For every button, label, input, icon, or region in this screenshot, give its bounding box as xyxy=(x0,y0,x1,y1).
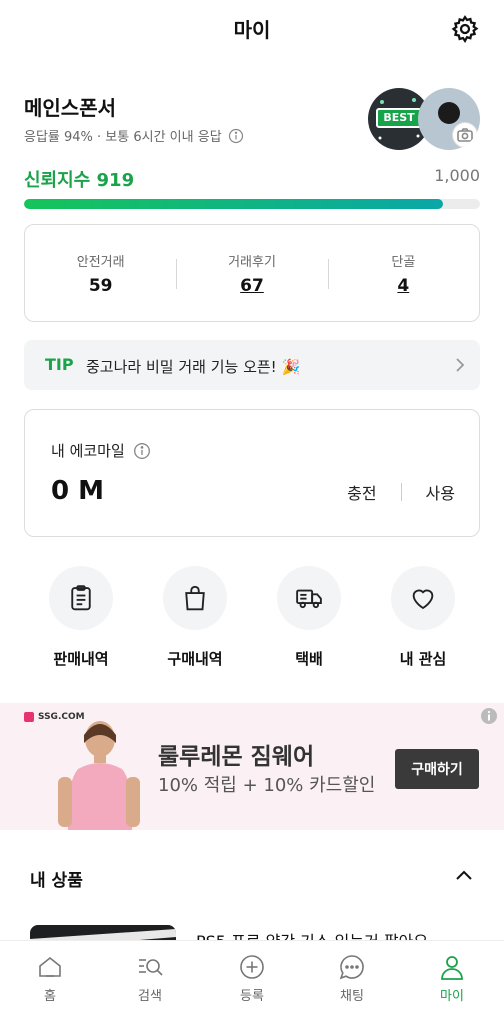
trust-score-max: 1,000 xyxy=(434,166,480,185)
tab-label: 홈 xyxy=(44,989,56,1004)
ad-model-image xyxy=(58,721,140,830)
quick-icon-circle xyxy=(163,566,227,630)
chat-icon xyxy=(339,955,364,980)
header: 마이 xyxy=(0,0,504,62)
tip-banner[interactable]: TIP 중고나라 비밀 거래 기능 오픈! 🎉 xyxy=(24,340,480,390)
tab-home[interactable]: 홈 xyxy=(0,953,100,1004)
camera-icon xyxy=(457,128,473,142)
eco-mile-card: 내 에코마일 0 M 충전 사용 xyxy=(24,409,480,537)
profile-name: 메인스폰서 xyxy=(24,96,116,120)
tab-my[interactable]: 마이 xyxy=(402,953,502,1004)
trust-progress-bar xyxy=(24,199,480,209)
cat-avatar-icon xyxy=(438,102,460,124)
clipboard-icon xyxy=(71,585,91,611)
stat-label: 거래후기 xyxy=(228,254,276,270)
page-title: 마이 xyxy=(233,18,271,42)
home-icon xyxy=(39,956,61,977)
quick-icon-circle xyxy=(391,566,455,630)
trust-label-text: 신뢰지수 xyxy=(24,170,91,191)
my-products-header[interactable]: 내 상품 xyxy=(0,844,504,908)
quick-purchase-history[interactable]: 구매내역 xyxy=(140,566,250,669)
camera-button[interactable] xyxy=(452,122,478,148)
response-info-text: 응답률 94% · 보통 6시간 이내 응답 xyxy=(24,130,222,145)
ad-buy-button[interactable]: 구매하기 xyxy=(395,749,479,789)
my-products-title: 내 상품 xyxy=(30,871,83,891)
chevron-up-icon[interactable] xyxy=(454,868,474,882)
stat-regulars[interactable]: 단골 4 xyxy=(327,251,479,296)
tab-label: 검색 xyxy=(138,989,162,1004)
info-icon[interactable] xyxy=(228,128,244,144)
response-info: 응답률 94% · 보통 6시간 이내 응답 xyxy=(24,126,244,145)
quick-sales-history[interactable]: 판매내역 xyxy=(26,566,136,669)
quick-label: 구매내역 xyxy=(167,650,223,668)
ad-subtext: 10% 적립 + 10% 카드할인 xyxy=(158,775,376,796)
trust-score: 신뢰지수 919 1,000 xyxy=(24,166,480,192)
quick-label: 택배 xyxy=(295,650,323,668)
shopping-bag-icon xyxy=(185,585,205,611)
use-button[interactable]: 사용 xyxy=(426,480,455,504)
stat-safe-trade[interactable]: 안전거래 59 xyxy=(25,251,176,296)
info-icon[interactable] xyxy=(133,442,151,460)
bottom-tab-bar: 홈 검색 등록 채팅 마이 xyxy=(0,940,504,1024)
eco-mile-actions: 충전 사용 xyxy=(347,480,455,504)
tab-search[interactable]: 검색 xyxy=(100,953,200,1004)
quick-label: 판매내역 xyxy=(53,650,109,668)
quick-icon-circle xyxy=(277,566,341,630)
person-icon xyxy=(441,956,463,980)
tab-chat[interactable]: 채팅 xyxy=(302,953,402,1004)
divider xyxy=(400,483,402,501)
tip-text: 중고나라 비밀 거래 기능 오픈! 🎉 xyxy=(86,358,301,376)
tab-label: 등록 xyxy=(240,989,264,1004)
trust-score-value: 919 xyxy=(96,170,135,191)
charge-button[interactable]: 충전 xyxy=(347,480,376,504)
trade-stats: 안전거래 59 거래후기 67 단골 4 xyxy=(24,224,480,322)
stat-reviews[interactable]: 거래후기 67 xyxy=(176,251,327,296)
quick-menu: 판매내역 구매내역 택배 내 관심 xyxy=(0,566,504,676)
tip-tag: TIP xyxy=(45,355,74,374)
eco-mile-amount: 0 M xyxy=(51,476,105,506)
gear-icon[interactable] xyxy=(450,14,480,44)
trust-progress-fill xyxy=(24,199,444,209)
truck-icon xyxy=(296,589,322,609)
eco-mile-label: 내 에코마일 xyxy=(51,440,151,461)
tab-register[interactable]: 등록 xyxy=(202,953,302,1004)
plus-circle-icon xyxy=(240,955,264,979)
eco-mile-label-text: 내 에코마일 xyxy=(51,442,125,460)
tab-label: 채팅 xyxy=(340,989,364,1004)
profile-section: 메인스폰서 응답률 94% · 보통 6시간 이내 응답 BEST xyxy=(24,88,480,158)
ssg-logo-icon xyxy=(24,712,34,722)
stat-value: 59 xyxy=(88,275,113,296)
quick-delivery[interactable]: 택배 xyxy=(254,566,364,669)
best-badge-label: BEST xyxy=(376,108,422,128)
avatar[interactable] xyxy=(418,88,480,150)
trust-score-label: 신뢰지수 919 xyxy=(24,166,134,192)
stat-label: 단골 xyxy=(391,254,416,270)
stat-value[interactable]: 4 xyxy=(328,276,479,296)
stat-label: 안전거래 xyxy=(76,254,125,270)
search-icon xyxy=(139,959,163,976)
ad-banner[interactable]: SSG.COM 룰루레몬 짐웨어 10% 적립 + 10% 카드할인 구매하기 xyxy=(0,703,504,830)
tab-label: 마이 xyxy=(440,989,464,1004)
quick-my-interest[interactable]: 내 관심 xyxy=(368,566,478,669)
stat-value[interactable]: 67 xyxy=(176,276,327,296)
quick-icon-circle xyxy=(49,566,113,630)
chevron-right-icon xyxy=(456,358,465,372)
quick-label: 내 관심 xyxy=(399,650,447,668)
ad-headline: 룰루레몬 짐웨어 xyxy=(158,744,315,770)
heart-icon xyxy=(412,589,434,610)
ad-info-icon[interactable] xyxy=(480,707,498,725)
